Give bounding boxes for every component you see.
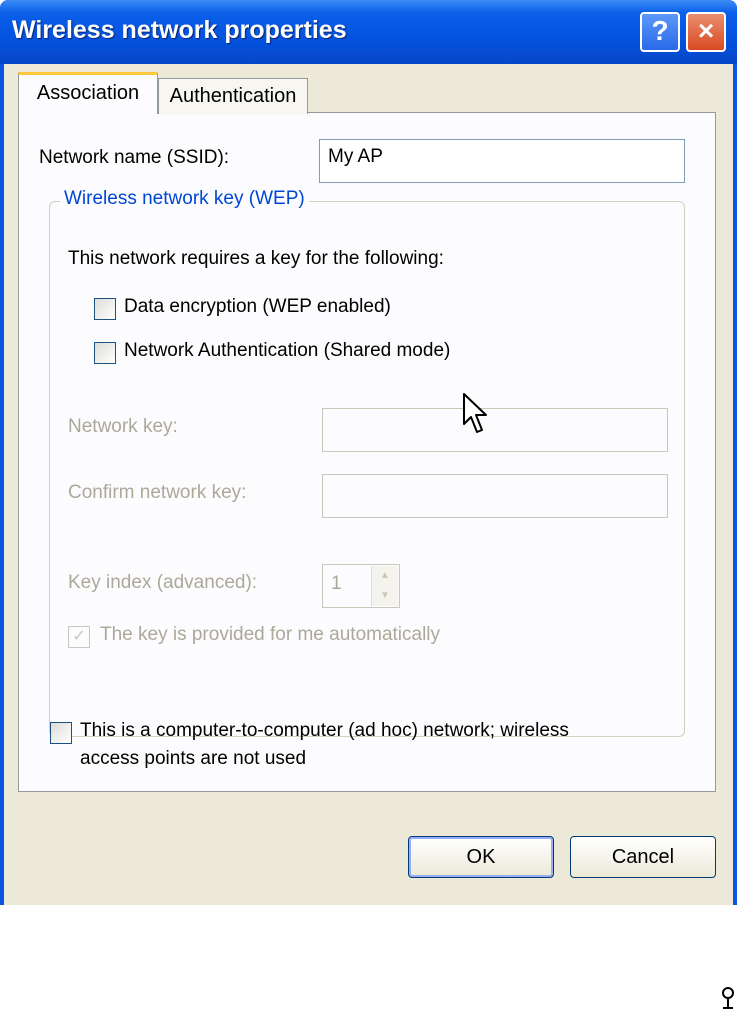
association-panel: Network name (SSID): My AP Wireless netw…: [18, 112, 716, 792]
wep-group: Wireless network key (WEP) This network …: [49, 188, 685, 737]
ssid-input[interactable]: My AP: [319, 139, 685, 183]
title-bar[interactable]: Wireless network properties ? ×: [0, 0, 737, 64]
adhoc-label-line2[interactable]: access points are not used: [80, 748, 306, 770]
key-index-label: Key index (advanced):: [68, 572, 258, 593]
key-index-spinner[interactable]: 1 ▲ ▼: [322, 564, 400, 608]
tab-association[interactable]: Association: [18, 72, 158, 114]
confirm-key-label: Confirm network key:: [68, 482, 247, 503]
data-encryption-checkbox[interactable]: [94, 298, 116, 320]
confirm-key-input[interactable]: [322, 474, 668, 518]
key-index-value: 1: [331, 573, 342, 594]
network-key-label: Network key:: [68, 416, 178, 437]
shared-auth-label[interactable]: Network Authentication (Shared mode): [124, 340, 450, 362]
network-key-input[interactable]: [322, 408, 668, 452]
wep-group-legend: Wireless network key (WEP): [60, 188, 309, 210]
requires-key-text: This network requires a key for the foll…: [68, 248, 444, 269]
mouse-pointer-icon: [463, 393, 487, 433]
tab-authentication[interactable]: Authentication: [158, 78, 308, 114]
auto-key-checkbox[interactable]: ✓: [68, 626, 90, 648]
ssid-label: Network name (SSID):: [39, 147, 230, 168]
spinner-down-icon[interactable]: ▼: [372, 586, 398, 606]
spinner-up-icon[interactable]: ▲: [372, 566, 398, 586]
cancel-button[interactable]: Cancel: [570, 836, 716, 878]
ok-button[interactable]: OK: [408, 836, 554, 878]
adhoc-checkbox[interactable]: [50, 722, 72, 744]
adhoc-label-line1[interactable]: This is a computer-to-computer (ad hoc) …: [80, 720, 569, 742]
auto-key-label[interactable]: The key is provided for me automatically: [100, 624, 440, 646]
help-button[interactable]: ?: [640, 12, 680, 52]
data-encryption-label[interactable]: Data encryption (WEP enabled): [124, 296, 391, 318]
shared-auth-checkbox[interactable]: [94, 342, 116, 364]
dialog-client-area: Association Authentication Network name …: [4, 64, 733, 905]
close-button[interactable]: ×: [686, 12, 726, 52]
wireless-network-icon: [722, 987, 734, 1009]
spinner-buttons[interactable]: ▲ ▼: [371, 566, 398, 606]
window-title: Wireless network properties: [12, 16, 347, 44]
dialog-window: Wireless network properties ? × Associat…: [0, 0, 737, 905]
